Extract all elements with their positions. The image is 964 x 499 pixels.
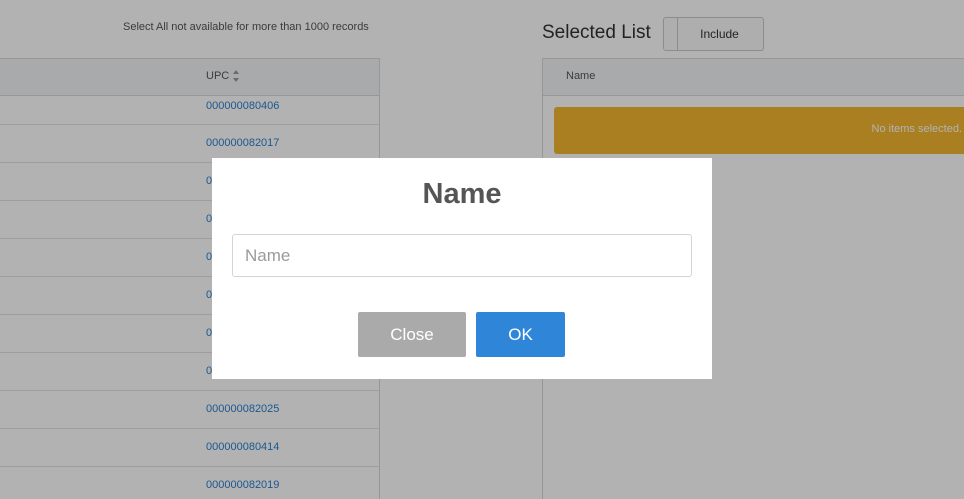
ok-button[interactable]: OK [476,312,565,357]
name-input[interactable] [232,234,692,277]
dialog-title: Name [422,178,502,210]
name-dialog: Name Close OK [212,158,712,379]
close-button[interactable]: Close [358,312,466,357]
